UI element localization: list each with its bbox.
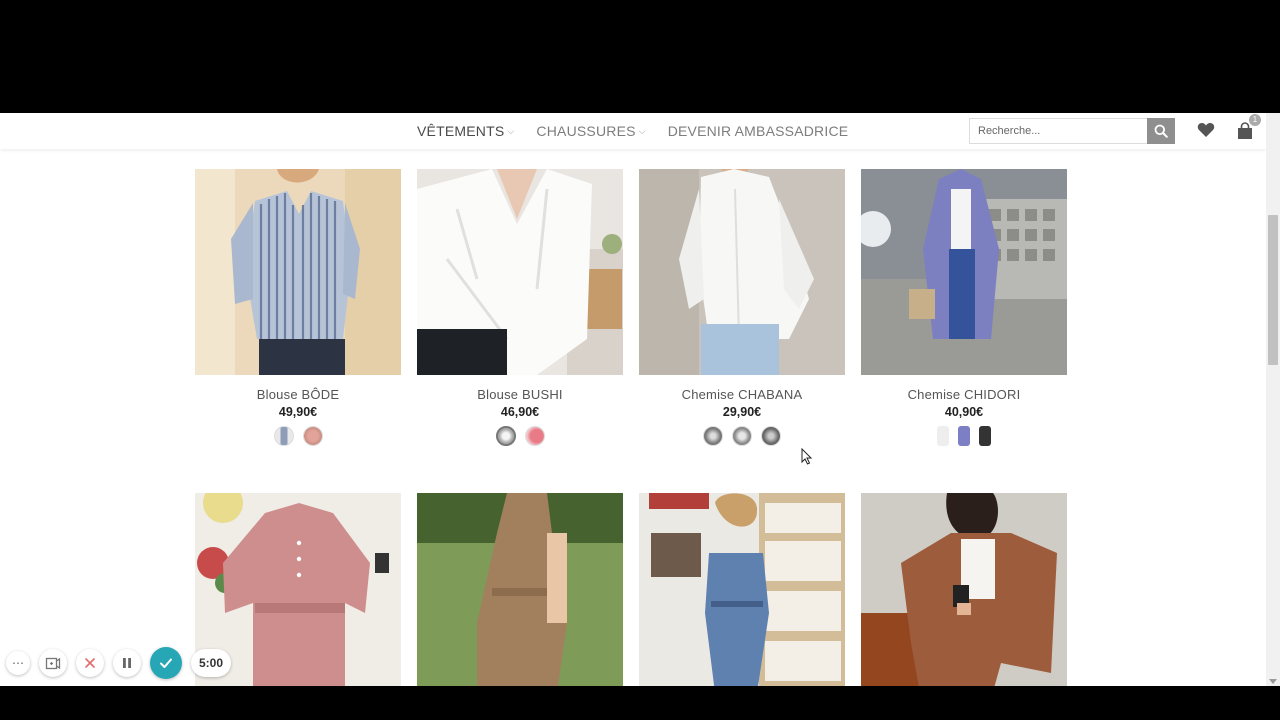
color-swatches: [417, 426, 623, 446]
scroll-down-arrow-icon[interactable]: [1269, 679, 1277, 684]
toggle-webcam-button[interactable]: [39, 649, 67, 677]
color-swatch[interactable]: [495, 426, 516, 446]
video-letterbox-bottom: [0, 686, 1280, 720]
product-name[interactable]: Blouse BÔDE: [195, 387, 401, 402]
color-swatch[interactable]: [273, 426, 294, 446]
product-image[interactable]: [639, 169, 845, 375]
color-swatches: [861, 426, 1067, 446]
product-price: 46,90€: [500, 405, 540, 419]
finish-recording-button[interactable]: [150, 647, 182, 679]
checkmark-icon: [160, 658, 172, 668]
wishlist-heart-icon[interactable]: [1197, 122, 1215, 138]
color-swatch[interactable]: [703, 426, 723, 446]
product-card: Blouse BÔDE 49,90€: [195, 169, 401, 446]
color-swatch[interactable]: [761, 426, 781, 446]
camera-swap-icon: [45, 657, 61, 670]
close-icon: [85, 658, 95, 668]
product-price: 49,90€: [278, 405, 318, 419]
pause-recording-button[interactable]: [113, 649, 141, 677]
product-name[interactable]: Chemise CHIDORI: [861, 387, 1067, 402]
product-card: [639, 493, 845, 686]
chevron-down-icon: ⌵: [507, 125, 515, 136]
main-nav: VÊTEMENTS ⌵ CHAUSSURES ⌵ DEVENIR AMBASSA…: [417, 123, 848, 139]
search-icon: [1154, 124, 1168, 138]
color-swatch[interactable]: [732, 426, 752, 446]
product-image[interactable]: [195, 169, 401, 375]
search-box: [969, 118, 1147, 144]
product-card: Chemise CHABANA 29,90€: [639, 169, 845, 446]
color-swatch[interactable]: [958, 426, 970, 446]
video-letterbox-top: [0, 0, 1280, 113]
more-options-button[interactable]: ⋯: [6, 651, 30, 675]
product-price: 29,90€: [722, 405, 762, 419]
product-card: [861, 493, 1067, 686]
product-card: Blouse BUSHI 46,90€: [417, 169, 623, 446]
nav-item-vetements[interactable]: VÊTEMENTS ⌵: [417, 123, 514, 139]
recording-timer: 5:00: [191, 649, 232, 677]
search-button[interactable]: [1147, 118, 1175, 144]
product-card: [417, 493, 623, 686]
cart-count-badge: 1: [1249, 114, 1261, 126]
site-header: VÊTEMENTS ⌵ CHAUSSURES ⌵ DEVENIR AMBASSA…: [0, 113, 1266, 149]
color-swatches: [195, 426, 401, 446]
product-image[interactable]: [639, 493, 845, 686]
nav-item-label: DEVENIR AMBASSADRICE: [667, 123, 849, 139]
nav-item-label: VÊTEMENTS: [417, 123, 505, 139]
color-swatch[interactable]: [979, 426, 991, 446]
search-input[interactable]: [970, 119, 1147, 143]
chevron-down-icon: ⌵: [638, 125, 646, 136]
scrollbar-thumb[interactable]: [1268, 215, 1278, 365]
product-image[interactable]: [417, 169, 623, 375]
color-swatch[interactable]: [524, 426, 545, 446]
page-scrollbar[interactable]: [1266, 113, 1280, 686]
color-swatch[interactable]: [937, 426, 949, 446]
ellipsis-icon: ⋯: [12, 656, 24, 670]
screen-recorder-toolbar: ⋯ 5:00: [6, 647, 232, 679]
color-swatches: [639, 426, 845, 446]
product-image[interactable]: [417, 493, 623, 686]
product-name[interactable]: Chemise CHABANA: [639, 387, 845, 402]
product-image[interactable]: [861, 169, 1067, 375]
nav-item-devenir-ambassadrice[interactable]: DEVENIR AMBASSADRICE: [668, 123, 849, 139]
nav-item-chaussures[interactable]: CHAUSSURES ⌵: [536, 123, 645, 139]
product-image[interactable]: [861, 493, 1067, 686]
nav-item-label: CHAUSSURES: [536, 123, 636, 139]
product-price: 40,90€: [944, 405, 984, 419]
pause-icon: [123, 658, 131, 668]
mouse-cursor-icon: [801, 448, 813, 465]
browser-viewport: VÊTEMENTS ⌵ CHAUSSURES ⌵ DEVENIR AMBASSA…: [0, 113, 1280, 686]
color-swatch[interactable]: [302, 426, 323, 446]
cancel-recording-button[interactable]: [76, 649, 104, 677]
product-name[interactable]: Blouse BUSHI: [417, 387, 623, 402]
product-card: Chemise CHIDORI 40,90€: [861, 169, 1067, 446]
